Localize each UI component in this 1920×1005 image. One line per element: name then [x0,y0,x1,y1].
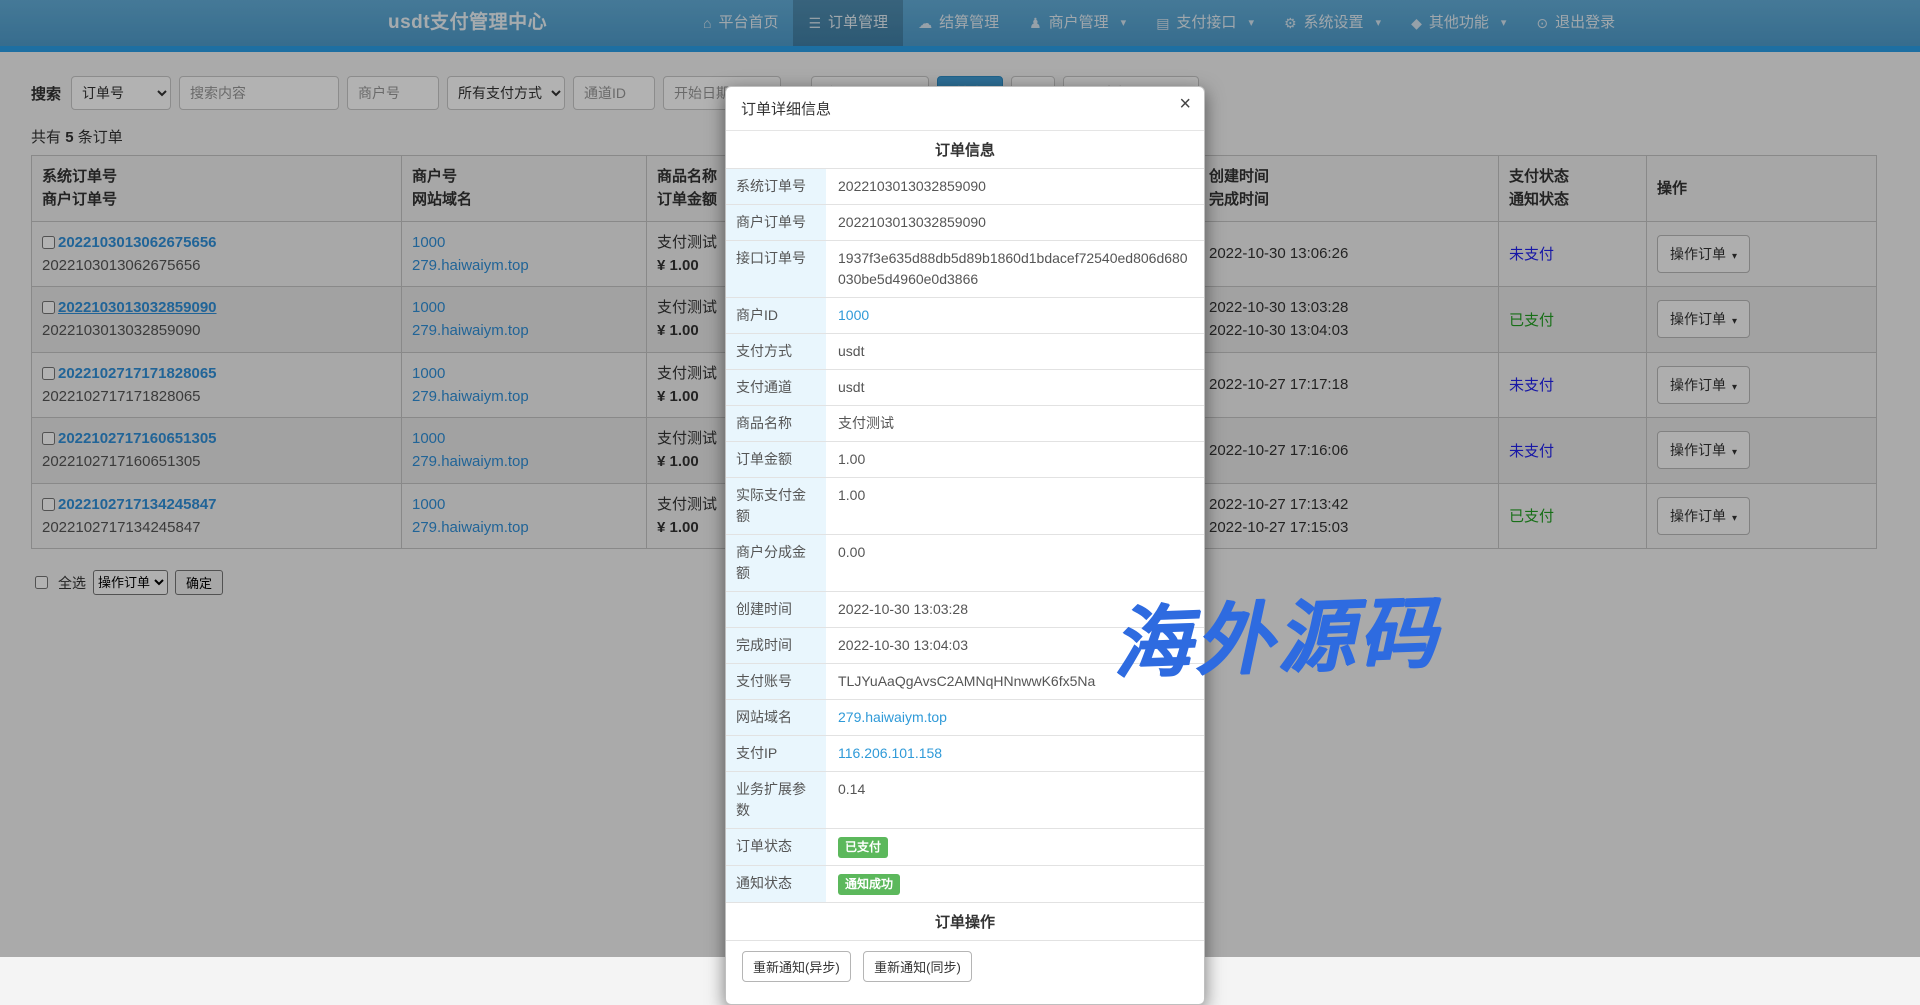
order-status-badge: 已支付 [838,837,888,858]
detail-row-extension-param: 业务扩展参数 0.14 [726,771,1204,828]
detail-row-order-status: 订单状态 已支付 [726,828,1204,865]
detail-row-pay-ip: 支付IP 116.206.101.158 [726,735,1204,771]
order-detail-modal: 订单详细信息 × 订单信息 系统订单号 2022103013032859090 … [725,86,1205,1005]
modal-title: 订单详细信息 [741,101,831,118]
merchant-id-link[interactable]: 1000 [838,307,869,323]
detail-row-site-domain: 网站域名 279.haiwaiym.top [726,699,1204,735]
order-info-section-title: 订单信息 [726,131,1204,168]
pay-ip-link[interactable]: 116.206.101.158 [838,745,942,761]
renotify-sync-button[interactable]: 重新通知(同步) [863,951,972,982]
notify-status-badge: 通知成功 [838,874,900,895]
detail-row-pay-channel: 支付通道 usdt [726,369,1204,405]
detail-row-notify-status: 通知状态 通知成功 [726,865,1204,902]
detail-row-sys-order-no: 系统订单号 2022103013032859090 [726,168,1204,204]
detail-row-mch-order-no: 商户订单号 2022103013032859090 [726,204,1204,240]
detail-row-interface-order-no: 接口订单号 1937f3e635d88db5d89b1860d1bdacef72… [726,240,1204,297]
order-ops-section-title: 订单操作 [726,902,1204,940]
detail-row-product-name: 商品名称 支付测试 [726,405,1204,441]
detail-row-order-amount: 订单金额 1.00 [726,441,1204,477]
detail-row-actual-paid: 实际支付金额 1.00 [726,477,1204,534]
detail-row-pay-method: 支付方式 usdt [726,333,1204,369]
site-watermark: 海外源码 [1110,570,1442,693]
site-domain-link[interactable]: 279.haiwaiym.top [838,709,947,725]
close-icon[interactable]: × [1179,94,1191,114]
detail-row-merchant-id: 商户ID 1000 [726,297,1204,333]
renotify-async-button[interactable]: 重新通知(异步) [742,951,851,982]
